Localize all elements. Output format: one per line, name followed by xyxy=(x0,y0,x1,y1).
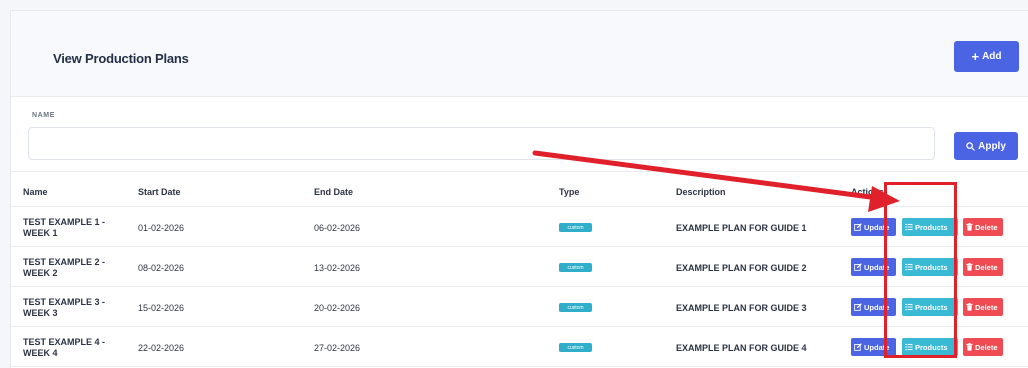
page: View Production Plans + Add NAME Apply N… xyxy=(0,0,1028,368)
column-header-start-date: Start Date xyxy=(138,187,181,197)
name-filter-label: NAME xyxy=(32,112,56,119)
trash-icon xyxy=(966,263,973,271)
add-button[interactable]: + Add xyxy=(954,41,1019,72)
row-end-date: 27-02-2026 xyxy=(314,343,361,353)
table-row: TEST EXAMPLE 1 - WEEK 1 01-02-2026 06-02… xyxy=(11,207,1028,247)
table-row: TEST EXAMPLE 4 - WEEK 4 22-02-2026 27-02… xyxy=(11,327,1028,367)
row-description: EXAMPLE PLAN FOR GUIDE 4 xyxy=(676,343,807,353)
type-badge: custom xyxy=(559,223,592,232)
trash-icon xyxy=(966,223,973,231)
row-end-date: 06-02-2026 xyxy=(314,223,361,233)
row-end-date: 13-02-2026 xyxy=(314,263,361,273)
card-header: View Production Plans + Add xyxy=(11,11,1028,97)
annotation-highlight-box xyxy=(884,182,957,358)
edit-icon xyxy=(854,263,862,271)
table-row: TEST EXAMPLE 3 - WEEK 3 15-02-2026 20-02… xyxy=(11,287,1028,327)
row-name: TEST EXAMPLE 4 - WEEK 4 xyxy=(23,337,106,358)
delete-button-label: Delete xyxy=(975,302,998,312)
table-row: TEST EXAMPLE 2 - WEEK 2 08-02-2026 13-02… xyxy=(11,247,1028,287)
row-end-date: 20-02-2026 xyxy=(314,303,361,313)
production-plans-card: View Production Plans + Add NAME Apply N… xyxy=(10,10,1028,368)
type-badge: custom xyxy=(559,263,592,272)
column-header-type: Type xyxy=(559,187,580,197)
apply-button-label: Apply xyxy=(978,140,1006,152)
row-name: TEST EXAMPLE 2 - WEEK 2 xyxy=(23,257,106,278)
column-header-description: Description xyxy=(676,187,726,197)
name-filter-input[interactable] xyxy=(28,127,935,160)
delete-button-label: Delete xyxy=(975,262,998,272)
row-description: EXAMPLE PLAN FOR GUIDE 3 xyxy=(676,303,807,313)
row-name: TEST EXAMPLE 3 - WEEK 3 xyxy=(23,297,106,318)
column-header-actions: Actions xyxy=(851,187,885,197)
column-header-name: Name xyxy=(23,187,48,197)
row-name: TEST EXAMPLE 1 - WEEK 1 xyxy=(23,217,106,238)
edit-icon xyxy=(854,223,862,231)
table-header: Name Start Date End Date Type Descriptio… xyxy=(11,171,1028,207)
row-start-date: 01-02-2026 xyxy=(138,223,185,233)
delete-button[interactable]: Delete xyxy=(963,258,1003,276)
delete-button-label: Delete xyxy=(975,342,998,352)
plus-icon: + xyxy=(971,49,980,64)
page-title: View Production Plans xyxy=(53,51,189,66)
apply-button[interactable]: Apply xyxy=(954,132,1018,160)
edit-icon xyxy=(854,303,862,311)
row-description: EXAMPLE PLAN FOR GUIDE 1 xyxy=(676,223,807,233)
delete-button[interactable]: Delete xyxy=(963,298,1003,316)
trash-icon xyxy=(966,343,973,351)
row-start-date: 08-02-2026 xyxy=(138,263,185,273)
edit-icon xyxy=(854,343,862,351)
row-start-date: 15-02-2026 xyxy=(138,303,185,313)
trash-icon xyxy=(966,303,973,311)
delete-button-label: Delete xyxy=(975,222,998,232)
type-badge: custom xyxy=(559,343,592,352)
type-badge: custom xyxy=(559,303,592,312)
add-button-label: Add xyxy=(982,51,1002,62)
column-header-end-date: End Date xyxy=(314,187,354,197)
row-start-date: 22-02-2026 xyxy=(138,343,185,353)
delete-button[interactable]: Delete xyxy=(963,218,1003,236)
row-description: EXAMPLE PLAN FOR GUIDE 2 xyxy=(676,263,807,273)
delete-button[interactable]: Delete xyxy=(963,338,1003,356)
search-icon xyxy=(966,141,975,151)
